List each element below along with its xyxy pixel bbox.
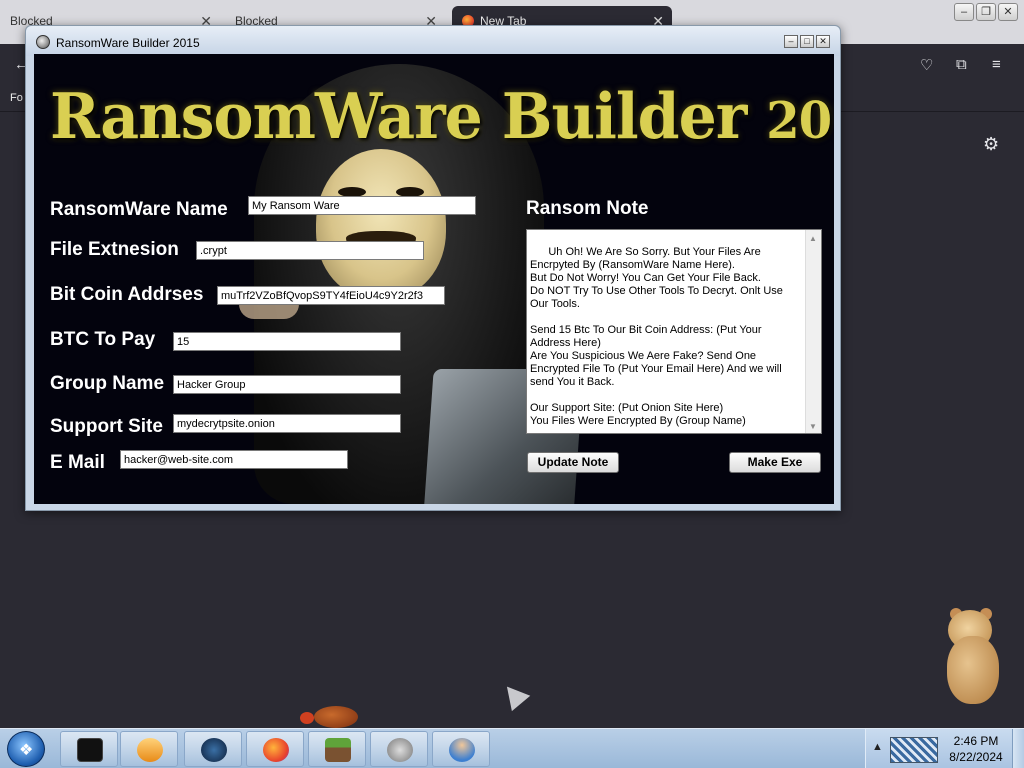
taskbar-app-media-player[interactable]: [120, 731, 178, 767]
doctor-icon: [449, 738, 475, 762]
ransomware-name-label: RansomWare Name: [50, 199, 228, 220]
app-client-area: RansomWare Builder 2015 RansomWare Name …: [34, 54, 834, 504]
support-site-label: Support Site: [50, 416, 163, 437]
windows-logo-icon: ❖: [19, 742, 34, 759]
minecraft-icon: [325, 738, 351, 762]
window-titlebar[interactable]: RansomWare Builder 2015 – □ ✕: [26, 26, 840, 56]
extensions-icon[interactable]: ⧉: [956, 56, 967, 73]
app-logo: RansomWare Builder 2015: [50, 80, 834, 154]
ransomware-builder-window: RansomWare Builder 2015 – □ ✕ RansomWare…: [25, 25, 841, 511]
support-site-input[interactable]: [173, 414, 401, 433]
close-icon[interactable]: ✕: [998, 3, 1018, 21]
scrollbar[interactable]: ▲ ▼: [805, 230, 821, 433]
ransom-note-textarea[interactable]: Uh Oh! We Are So Sorry. But Your Files A…: [526, 229, 822, 434]
update-note-button[interactable]: Update Note: [527, 452, 619, 473]
scroll-down-icon[interactable]: ▼: [809, 420, 817, 433]
logo-year: 2015: [766, 91, 834, 151]
pocket-icon[interactable]: ♡: [920, 56, 933, 74]
ransom-note-label: Ransom Note: [526, 198, 649, 219]
network-icon[interactable]: [890, 737, 938, 763]
logo-text: RansomWare Builder: [50, 80, 767, 154]
scroll-up-icon[interactable]: ▲: [809, 232, 817, 245]
window-controls: – ❐ ✕: [954, 3, 1018, 21]
file-extension-label: File Extnesion: [50, 239, 179, 260]
mouse-cursor-icon: [497, 678, 531, 712]
skull-icon: [387, 738, 413, 762]
hamster-desktop-pet[interactable]: [942, 606, 1004, 706]
taskbar-app-skull-tool[interactable]: [370, 731, 428, 767]
app-icon: [36, 35, 50, 49]
menu-icon[interactable]: ≡: [992, 56, 1001, 73]
email-input[interactable]: [120, 450, 348, 469]
chicken-desktop-pet[interactable]: [300, 700, 364, 730]
bookmark-item[interactable]: Fo: [10, 92, 23, 104]
start-button[interactable]: ❖: [7, 731, 45, 767]
ransom-note-text: Uh Oh! We Are So Sorry. But Your Files A…: [530, 246, 783, 427]
window-title: RansomWare Builder 2015: [56, 36, 200, 50]
file-extension-input[interactable]: [196, 241, 424, 260]
mask-image: [316, 149, 446, 299]
clock-time[interactable]: 2:46 PM: [946, 734, 1006, 748]
show-desktop-button[interactable]: [1012, 729, 1024, 768]
system-tray: ▲ 2:46 PM 8/22/2024: [865, 729, 1024, 768]
close-icon[interactable]: ✕: [816, 35, 830, 48]
bitcoin-address-label: Bit Coin Addrses: [50, 284, 204, 305]
firefox-icon: [263, 738, 289, 762]
bitcoin-address-input[interactable]: [217, 286, 445, 305]
group-name-label: Group Name: [50, 373, 165, 394]
btc-to-pay-input[interactable]: [173, 332, 401, 351]
gear-icon[interactable]: ⚙: [983, 134, 999, 155]
taskbar-app-terminal[interactable]: [60, 731, 118, 767]
maximize-icon[interactable]: □: [800, 35, 814, 48]
globe-icon: [201, 738, 227, 762]
restore-icon[interactable]: ❐: [976, 3, 996, 21]
taskbar-app-minecraft[interactable]: [308, 731, 366, 767]
group-name-input[interactable]: [173, 375, 401, 394]
tray-expand-icon[interactable]: ▲: [872, 741, 883, 753]
terminal-icon: [77, 738, 103, 762]
taskbar-app-doctor[interactable]: [432, 731, 490, 767]
window-controls: – □ ✕: [784, 35, 830, 48]
media-player-icon: [137, 738, 163, 762]
minimize-icon[interactable]: –: [784, 35, 798, 48]
taskbar-app-globe[interactable]: [184, 731, 242, 767]
clock-date[interactable]: 8/22/2024: [946, 750, 1006, 764]
ransomware-name-input[interactable]: [248, 196, 476, 215]
taskbar: ❖ ▲ 2:46 PM 8/22/2024: [0, 728, 1024, 768]
minimize-icon[interactable]: –: [954, 3, 974, 21]
make-exe-button[interactable]: Make Exe: [729, 452, 821, 473]
btc-to-pay-label: BTC To Pay: [50, 329, 156, 350]
email-label: E Mail: [50, 452, 105, 473]
taskbar-app-firefox[interactable]: [246, 731, 304, 767]
